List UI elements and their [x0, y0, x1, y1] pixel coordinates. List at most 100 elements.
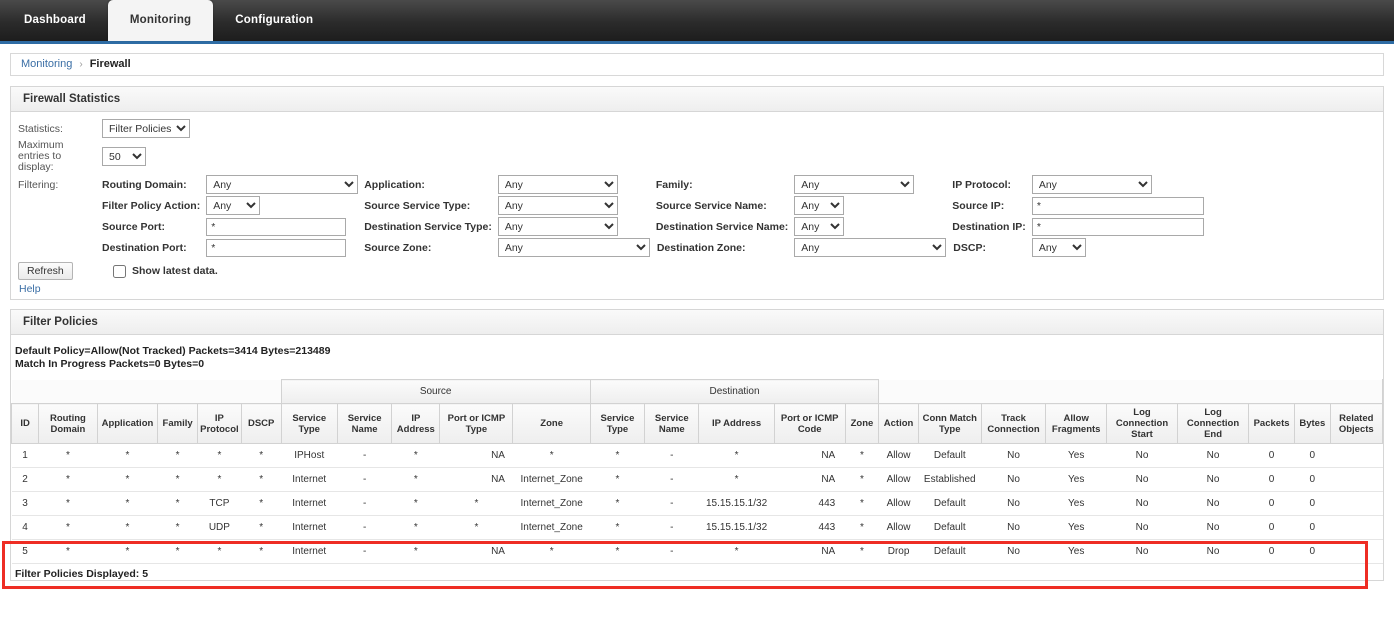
tab-dashboard[interactable]: Dashboard [2, 0, 108, 41]
cell-src-service-name: - [337, 491, 392, 516]
cell-id: 2 [11, 467, 39, 492]
cell-src-service-type: Internet [281, 515, 338, 540]
source-service-type-select[interactable]: Any [497, 196, 618, 215]
statistics-select[interactable]: Filter Policies [102, 119, 190, 138]
table-row[interactable]: 5 * * * * * Internet - * NA * * - * NA *… [11, 539, 1383, 564]
col-destination-service-name[interactable]: Service Name [644, 403, 700, 444]
filtering-spacer-1 [15, 195, 99, 216]
col-log-connection-end[interactable]: Log Connection End [1177, 403, 1250, 444]
tab-monitoring[interactable]: Monitoring [107, 0, 214, 41]
cell-dst-zone: * [845, 491, 879, 516]
destination-service-type-select[interactable]: Any [497, 217, 618, 236]
application-select[interactable]: Any [497, 175, 618, 194]
filter-form: Statistics: Filter Policies Maximum entr… [15, 118, 1207, 281]
col-source-service-name[interactable]: Service Name [336, 403, 393, 444]
col-destination-service-type[interactable]: Service Type [589, 403, 646, 444]
col-bytes[interactable]: Bytes [1294, 403, 1331, 444]
cell-src-ip: * [391, 443, 440, 468]
col-destination-port-or-icmp-code[interactable]: Port or ICMP Code [773, 403, 846, 444]
col-ip-protocol[interactable]: IP Protocol [196, 403, 242, 444]
family-select[interactable]: Any [794, 175, 915, 194]
col-allow-fragments[interactable]: Allow Fragments [1045, 403, 1107, 444]
show-latest-data-row[interactable]: Show latest data. [113, 264, 1204, 278]
source-service-name-select[interactable]: Any [794, 196, 845, 215]
source-ip-input[interactable] [1031, 196, 1204, 215]
table-row[interactable]: 1 * * * * * IPHost - * NA * * - * NA * A… [11, 443, 1383, 468]
table-row[interactable]: 2 * * * * * Internet - * NA Internet_Zon… [11, 467, 1383, 492]
cell-src-service-type: Internet [281, 491, 338, 516]
cell-application: * [97, 491, 158, 516]
show-latest-data-checkbox[interactable] [113, 264, 126, 278]
tab-configuration[interactable]: Configuration [213, 0, 335, 41]
col-source-ip-address[interactable]: IP Address [391, 403, 441, 444]
cell-dst-ip: 15.15.15.1/32 [698, 491, 775, 516]
cell-log-end: No [1177, 515, 1249, 540]
top-navigation-bar: Dashboard Monitoring Configuration [0, 0, 1394, 44]
cell-related-objects [1330, 539, 1383, 564]
cell-src-service-name: - [337, 539, 392, 564]
col-application[interactable]: Application [96, 403, 159, 444]
cell-application: * [97, 515, 158, 540]
label-routing-domain: Routing Domain: [102, 178, 187, 191]
table-group-header-row: Source Destination [11, 379, 1383, 404]
col-packets[interactable]: Packets [1248, 403, 1296, 444]
breadcrumb-link-monitoring[interactable]: Monitoring [21, 54, 72, 75]
col-source-zone[interactable]: Zone [512, 403, 591, 444]
table-row[interactable]: 3 * * * TCP * Internet - * * Internet_Zo… [11, 491, 1383, 516]
cell-conn-match-type: Default [918, 539, 982, 564]
table-row[interactable]: 4 * * * UDP * Internet - * * Internet_Zo… [11, 515, 1383, 540]
col-source-service-type[interactable]: Service Type [280, 403, 338, 444]
max-entries-select[interactable]: 50 [102, 147, 146, 166]
destination-zone-select[interactable]: Any [794, 238, 947, 257]
col-id[interactable]: ID [10, 403, 40, 444]
source-zone-select[interactable]: Any [497, 238, 650, 257]
group-header-source: Source [280, 379, 591, 404]
routing-domain-select[interactable]: Any [206, 175, 359, 194]
col-routing-domain[interactable]: Routing Domain [38, 403, 98, 444]
filter-policies-table-body: 1 * * * * * IPHost - * NA * * - * NA * A… [11, 443, 1383, 564]
cell-dst-port: 443 [774, 491, 846, 516]
col-source-port-or-icmp-type[interactable]: Port or ICMP Type [439, 403, 514, 444]
firewall-statistics-panel: Firewall Statistics Statistics: Filter P… [10, 86, 1384, 300]
col-destination-zone[interactable]: Zone [844, 403, 880, 444]
cell-dst-service-name: - [644, 467, 699, 492]
cell-src-port: NA [439, 539, 513, 564]
col-related-objects[interactable]: Related Objects [1329, 403, 1384, 444]
destination-port-input[interactable] [206, 238, 347, 257]
source-port-input[interactable] [206, 217, 347, 236]
cell-application: * [97, 467, 158, 492]
col-log-connection-start[interactable]: Log Connection Start [1105, 403, 1179, 444]
cell-dst-service-name: - [644, 515, 699, 540]
cell-action: Allow [878, 491, 919, 516]
cell-dst-port: NA [774, 467, 846, 492]
cell-src-ip: * [391, 491, 440, 516]
cell-id: 5 [11, 539, 39, 564]
cell-id: 1 [11, 443, 39, 468]
label-ip-protocol: IP Protocol: [952, 178, 1012, 191]
col-destination-ip-address[interactable]: IP Address [698, 403, 775, 444]
main-tab-list: Dashboard Monitoring Configuration [0, 0, 1394, 41]
cell-related-objects [1330, 491, 1383, 516]
cell-packets: 0 [1248, 443, 1295, 468]
cell-log-end: No [1177, 467, 1249, 492]
destination-ip-input[interactable] [1031, 217, 1204, 236]
ip-protocol-select[interactable]: Any [1031, 175, 1152, 194]
refresh-button[interactable]: Refresh [18, 262, 73, 280]
destination-service-name-select[interactable]: Any [794, 217, 845, 236]
filter-policy-action-select[interactable]: Any [206, 196, 261, 215]
cell-packets: 0 [1248, 467, 1295, 492]
dscp-select[interactable]: Any [1031, 238, 1086, 257]
col-action[interactable]: Action [878, 403, 919, 444]
col-dscp[interactable]: DSCP [240, 403, 282, 444]
label-destination-service-type: Destination Service Type: [364, 220, 492, 233]
cell-family: * [157, 443, 198, 468]
policies-summary: Default Policy=Allow(Not Tracked) Packet… [11, 335, 1383, 379]
col-track-connection[interactable]: Track Connection [980, 403, 1047, 444]
cell-ip-protocol: * [197, 467, 242, 492]
col-family[interactable]: Family [157, 403, 198, 444]
cell-routing-domain: * [38, 539, 98, 564]
cell-dst-service-name: - [644, 539, 699, 564]
help-link[interactable]: Help [15, 281, 41, 295]
col-conn-match-type[interactable]: Conn Match Type [917, 403, 982, 444]
cell-bytes: 0 [1294, 515, 1331, 540]
